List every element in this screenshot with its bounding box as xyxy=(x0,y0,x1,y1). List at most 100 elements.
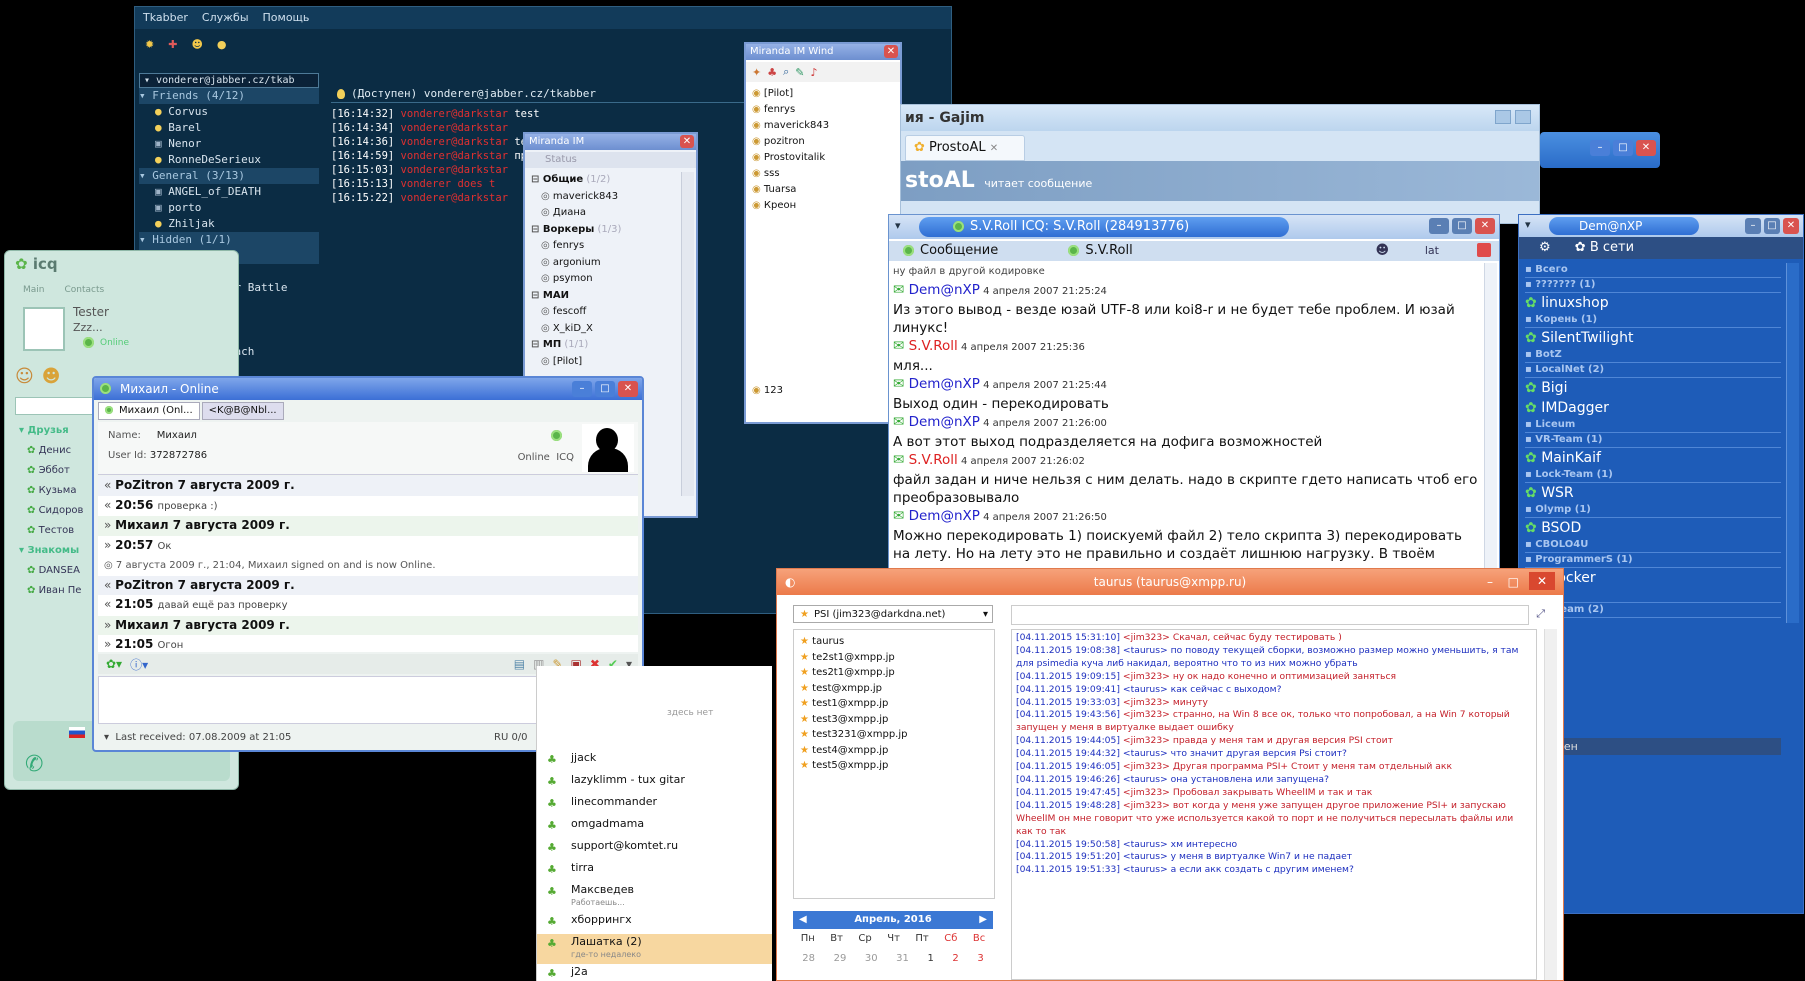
status-icon[interactable]: ◉ xyxy=(752,385,761,396)
contact-item[interactable]: ◎ fescoff xyxy=(531,304,678,321)
roster-contact[interactable]: ▣ porto xyxy=(139,200,319,216)
bulb-icon[interactable]: ● xyxy=(217,38,227,51)
add-contact-icon[interactable]: ✚ xyxy=(168,38,177,51)
contact-item[interactable]: ♣ lazyklimm - tux gitar xyxy=(537,772,772,794)
close-tab-icon[interactable]: ✕ xyxy=(990,143,998,154)
contact-item[interactable]: ★ test1@xmpp.jp xyxy=(800,696,988,712)
contact-item[interactable]: ★ test5@xmpp.jp xyxy=(800,758,988,774)
contact-item[interactable]: ◉ Prostovitalik xyxy=(752,150,894,166)
user-icon[interactable]: ♣ xyxy=(767,66,777,79)
history-icon[interactable]: ▤ xyxy=(514,657,525,671)
roster-contact[interactable]: ● RonneDeSerieux xyxy=(139,152,319,168)
minimize-button[interactable] xyxy=(1495,110,1511,124)
contact-group[interactable]: ▪ BotZ xyxy=(1525,348,1781,363)
scrollbar[interactable] xyxy=(1544,629,1557,980)
tab-message[interactable]: Сообщение xyxy=(903,243,998,258)
scrollbar[interactable] xyxy=(1484,263,1497,581)
maximize-button[interactable] xyxy=(1515,110,1531,124)
contact-group[interactable]: ▪ Lock-Team (1) xyxy=(1525,468,1781,483)
contact-item[interactable]: ★ test3231@xmpp.jp xyxy=(800,727,988,743)
contact-item[interactable]: ✿ Bigi xyxy=(1525,378,1781,398)
expand-icon[interactable]: ▾ xyxy=(139,89,152,102)
search-input[interactable] xyxy=(1011,605,1529,625)
smiles-icon[interactable]: ☻ xyxy=(1375,241,1389,261)
contact-item[interactable]: ♣ support@komtet.ru xyxy=(537,838,772,860)
roster-group[interactable]: ▾ General (3/13) xyxy=(139,168,319,184)
contact-group[interactable]: ▪ Olymp (1) xyxy=(1525,503,1781,518)
contact-item[interactable]: ♣ tirra xyxy=(537,860,772,882)
scrollbar[interactable] xyxy=(681,172,694,496)
calendar-day[interactable]: 2 xyxy=(952,949,958,969)
contact-item[interactable]: ✿ WSR xyxy=(1525,483,1781,503)
menu-icon[interactable]: ✦ xyxy=(752,66,761,79)
contact-item[interactable]: ◉ sss xyxy=(752,166,894,182)
expand-icon[interactable]: ⤢ xyxy=(1536,607,1545,621)
prev-month-button[interactable]: ◀ xyxy=(799,911,807,929)
contact-group[interactable]: ▪ ProgrammerS (1) xyxy=(1525,553,1781,568)
info-icon[interactable]: ⓘ▾ xyxy=(130,656,148,673)
close-button[interactable]: ✕ xyxy=(1475,218,1495,234)
chat-icon[interactable]: ☻ xyxy=(191,38,202,51)
contact-group[interactable]: ▪ LocalNet (2) xyxy=(1525,363,1781,378)
contact-item[interactable]: ♣ j2a xyxy=(537,964,772,981)
menu-help[interactable]: Помощь xyxy=(263,7,310,29)
phone-icon[interactable]: ✆ xyxy=(25,752,43,777)
contact-item[interactable]: ★ test3@xmpp.jp xyxy=(800,712,988,728)
robot-icon[interactable]: ☺ xyxy=(15,366,34,387)
roster-contact[interactable]: ● Corvus xyxy=(139,104,319,120)
contact-item[interactable]: ★ tes2t1@xmpp.jp xyxy=(800,665,988,681)
contact-group[interactable]: ▪ CBOLO4U xyxy=(1525,538,1781,553)
contact-item[interactable]: ★ taurus xyxy=(800,634,988,650)
menu-services[interactable]: Службы xyxy=(202,7,249,29)
contact-item[interactable]: ◎ [Pilot] xyxy=(531,354,678,371)
contact-item[interactable]: ◉ Tuarsa xyxy=(752,182,894,198)
calendar-day[interactable]: 31 xyxy=(896,949,909,969)
contact-item[interactable]: ♣ jjack xyxy=(537,750,772,772)
expand-icon[interactable]: ▾ xyxy=(139,169,152,182)
contact-group[interactable]: ▪ ??????? (1) xyxy=(1525,278,1781,293)
chat-tab[interactable]: (Доступен) vonderer@jabber.cz/tkabber xyxy=(331,85,751,103)
contact-group[interactable]: ▪ VR-Team (1) xyxy=(1525,433,1781,448)
roster-contact[interactable]: ▣ ANGEL_of_DEATH xyxy=(139,184,319,200)
tab-contact-active[interactable]: Михаил (Onl... xyxy=(98,402,200,420)
menu-tkabber[interactable]: Tkabber xyxy=(143,7,188,29)
status-message[interactable]: Zzz... xyxy=(73,321,103,334)
contact-item[interactable]: ◎ argonium xyxy=(531,255,678,272)
contact-item[interactable]: ★ test4@xmpp.jp xyxy=(800,743,988,759)
scrollbar[interactable] xyxy=(1786,263,1799,623)
roster-contact[interactable]: ● Zhiljak xyxy=(139,216,319,232)
contact-item[interactable]: ★ te2st1@xmpp.jp xyxy=(800,650,988,666)
contact-item[interactable]: ★ test@xmpp.jp xyxy=(800,681,988,697)
contact-item[interactable]: ♣ Лашатка (2) где-то недалеко xyxy=(537,934,772,964)
maximize-button[interactable]: □ xyxy=(1452,218,1472,234)
calendar-day[interactable]: 1 xyxy=(927,949,933,969)
calendar-day[interactable]: 30 xyxy=(865,949,878,969)
contact-group[interactable]: ⊟ МП (1/1) xyxy=(531,337,678,354)
avatar[interactable] xyxy=(23,307,65,351)
gajim-tab[interactable]: ✿ ProstoAL ✕ xyxy=(905,135,1025,161)
contact-group[interactable]: ⊟ Общие (1/2) xyxy=(531,172,678,189)
status-select[interactable]: ✿ В сети xyxy=(1575,240,1634,255)
contact-item[interactable]: ◉ Креон xyxy=(752,198,894,214)
contact-item[interactable]: ◎ psymon xyxy=(531,271,678,288)
translit-icon[interactable]: lat xyxy=(1425,241,1439,261)
tab-contact-2[interactable]: <K@B@Nbl... xyxy=(201,402,284,420)
contact-item[interactable]: ✿ linuxshop xyxy=(1525,293,1781,313)
maximize-button[interactable]: □ xyxy=(1613,140,1633,156)
status-icon[interactable]: ✿▾ xyxy=(106,657,122,671)
stop-icon[interactable] xyxy=(1477,243,1491,257)
contact-group[interactable]: ▪ Корень (1) xyxy=(1525,313,1781,328)
contact-item[interactable]: ✿ MainKaif xyxy=(1525,448,1781,468)
smile-icon[interactable]: ☻ xyxy=(42,366,61,387)
contact-item[interactable]: ♣ linecommander xyxy=(537,794,772,816)
contact-group[interactable]: ⊟ Воркеры (1/3) xyxy=(531,222,678,239)
flag-icon[interactable] xyxy=(69,727,85,738)
contact-group[interactable]: ▪ Licеum xyxy=(1525,418,1781,433)
maximize-button[interactable]: □ xyxy=(1508,569,1519,595)
minimize-button[interactable]: – xyxy=(1590,140,1610,156)
minimize-button[interactable]: – xyxy=(572,381,592,397)
contact-group[interactable]: ⊟ МАИ xyxy=(531,288,678,305)
contact-item[interactable]: ◉ maverick843 xyxy=(752,118,894,134)
maximize-button[interactable]: □ xyxy=(595,381,615,397)
contact-item[interactable]: ♣ Максведев Работаешь... xyxy=(537,882,772,912)
